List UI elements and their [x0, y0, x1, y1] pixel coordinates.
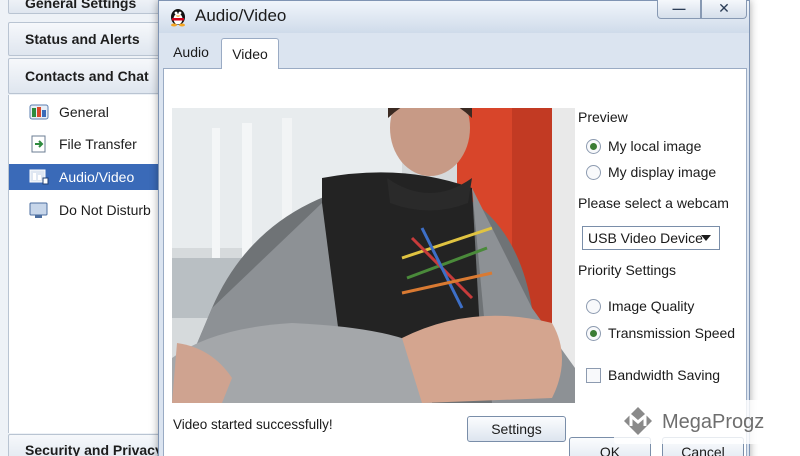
general-settings-icon — [29, 103, 49, 121]
radio-image-quality[interactable]: Image Quality — [586, 298, 694, 314]
file-transfer-icon — [29, 135, 49, 153]
webcam-dropdown[interactable]: USB Video Device — [582, 226, 720, 250]
dialog-title: Audio/Video — [195, 6, 287, 25]
window-edge — [750, 0, 800, 456]
radio-label: Transmission Speed — [608, 325, 736, 341]
nav-item-file-transfer[interactable]: File Transfer — [9, 131, 161, 157]
priority-heading: Priority Settings — [578, 262, 677, 278]
tab-video[interactable]: Video — [221, 38, 279, 69]
video-status-text: Video started successfully! — [173, 417, 333, 432]
status-alerts-header[interactable]: Status and Alerts — [8, 22, 168, 56]
radio-transmission-speed[interactable]: Transmission Speed — [586, 325, 735, 341]
checkbox-label: Bandwidth Saving — [608, 367, 721, 383]
close-button[interactable]: ✕ — [701, 0, 747, 19]
radio-label: My display image — [608, 164, 717, 180]
minimize-button[interactable]: — — [657, 0, 701, 19]
settings-nav-list: General File Transfer Audio/Video Do Not… — [8, 95, 161, 433]
nav-item-label: Audio/Video — [59, 169, 135, 185]
radio-my-display-image[interactable]: My display image — [586, 164, 716, 180]
general-settings-header[interactable]: General Settings — [8, 0, 168, 14]
radio-button-checked[interactable] — [586, 325, 601, 341]
preview-heading: Preview — [578, 109, 628, 125]
tab-audio[interactable]: Audio — [163, 38, 219, 66]
webcam-frame-image — [172, 108, 575, 403]
radio-button[interactable] — [586, 298, 601, 314]
close-icon: ✕ — [718, 0, 730, 16]
minimize-icon: — — [672, 1, 686, 16]
dialog-body: Audio Video started successfully! Settin… — [159, 33, 749, 456]
nav-item-label: General — [59, 104, 109, 120]
do-not-disturb-icon — [29, 201, 49, 219]
radio-label: My local image — [608, 138, 702, 154]
nav-item-audio-video[interactable]: Audio/Video — [9, 164, 161, 190]
bandwidth-saving-checkbox[interactable] — [586, 367, 601, 383]
dropdown-arrow-icon[interactable] — [701, 235, 711, 241]
nav-item-label: Do Not Disturb — [59, 202, 151, 218]
watermark: MegaProgz — [614, 400, 786, 444]
webcam-preview — [172, 108, 575, 403]
nav-item-general[interactable]: General — [9, 99, 161, 125]
audio-video-dialog: Audio/Video — ✕ Audio Video started succ… — [158, 0, 750, 456]
security-privacy-header[interactable]: Security and Privacy — [8, 434, 168, 456]
nav-item-do-not-disturb[interactable]: Do Not Disturb — [9, 197, 161, 223]
dialog-titlebar[interactable]: Audio/Video — ✕ — [159, 0, 749, 33]
radio-my-local-image[interactable]: My local image — [586, 138, 701, 154]
audio-video-icon — [29, 168, 49, 186]
watermark-text: MegaProgz — [662, 410, 765, 433]
radio-label: Image Quality — [608, 298, 695, 314]
webcam-selected-value: USB Video Device — [588, 230, 703, 246]
radio-button-checked[interactable] — [586, 138, 601, 154]
nav-item-label: File Transfer — [59, 136, 137, 152]
video-settings-button[interactable]: Settings — [467, 416, 566, 442]
bandwidth-saving-checkbox-row[interactable]: Bandwidth Saving — [586, 367, 720, 383]
radio-button[interactable] — [586, 164, 601, 180]
megaprogz-logo-icon — [622, 405, 654, 440]
contacts-chat-header[interactable]: Contacts and Chat — [8, 58, 168, 94]
video-tab-panel: Video started successfully! Settings Pre… — [163, 68, 747, 456]
webcam-heading: Please select a webcam — [578, 195, 729, 211]
penguin-icon — [167, 5, 189, 27]
